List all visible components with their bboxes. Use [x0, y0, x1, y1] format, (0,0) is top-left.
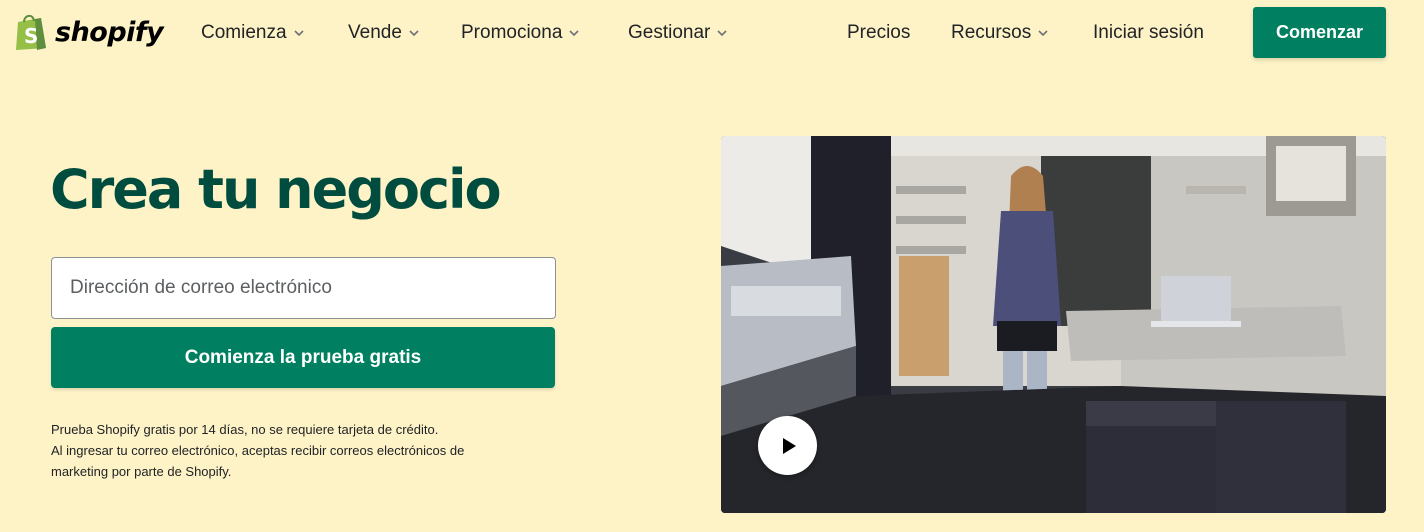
nav-item-precios[interactable]: Precios [847, 20, 910, 46]
nav-item-iniciar-sesion[interactable]: Iniciar sesión [1093, 20, 1204, 46]
hero-video[interactable] [721, 136, 1386, 513]
svg-text:S: S [24, 24, 38, 48]
play-button[interactable] [758, 416, 817, 475]
chevron-down-icon [717, 30, 727, 37]
play-icon [782, 437, 796, 454]
disclaimer-line: marketing por parte de Shopify. [51, 464, 232, 479]
nav-item-label: Recursos [951, 22, 1032, 43]
chevron-down-icon [293, 30, 304, 37]
email-input[interactable] [51, 257, 556, 319]
disclaimer-line: Prueba Shopify gratis por 14 días, no se… [51, 422, 439, 437]
trial-disclaimer: Prueba Shopify gratis por 14 días, no se… [51, 419, 571, 482]
nav-item-label: Promociona [461, 22, 563, 43]
disclaimer-line: Al ingresar tu correo electrónico, acept… [51, 443, 465, 458]
chevron-down-icon [569, 30, 579, 37]
top-navigation: S shopify Comienza Vende Promociona Gest… [0, 0, 1424, 66]
shopify-logo[interactable]: S shopify [13, 12, 164, 52]
comenzar-button[interactable]: Comenzar [1253, 7, 1386, 58]
shopify-wordmark: shopify [55, 16, 164, 48]
nav-item-label: Precios [847, 22, 911, 43]
chevron-down-icon [409, 30, 419, 37]
nav-item-label: Iniciar sesión [1093, 22, 1204, 43]
nav-item-label: Comienza [201, 22, 287, 43]
nav-item-recursos[interactable]: Recursos [951, 20, 1049, 46]
nav-item-vende[interactable]: Vende [348, 20, 420, 46]
start-free-trial-button[interactable]: Comienza la prueba gratis [51, 327, 555, 388]
shopify-bag-icon: S [16, 14, 46, 50]
store-photo [721, 136, 1386, 513]
nav-item-promociona[interactable]: Promociona [461, 20, 580, 46]
chevron-down-icon [1038, 30, 1048, 37]
nav-item-gestionar[interactable]: Gestionar [628, 20, 728, 46]
nav-item-label: Gestionar [628, 22, 711, 43]
nav-item-comienza[interactable]: Comienza [201, 20, 305, 46]
hero-title: Crea tu negocio [50, 158, 502, 221]
nav-item-label: Vende [348, 22, 402, 43]
